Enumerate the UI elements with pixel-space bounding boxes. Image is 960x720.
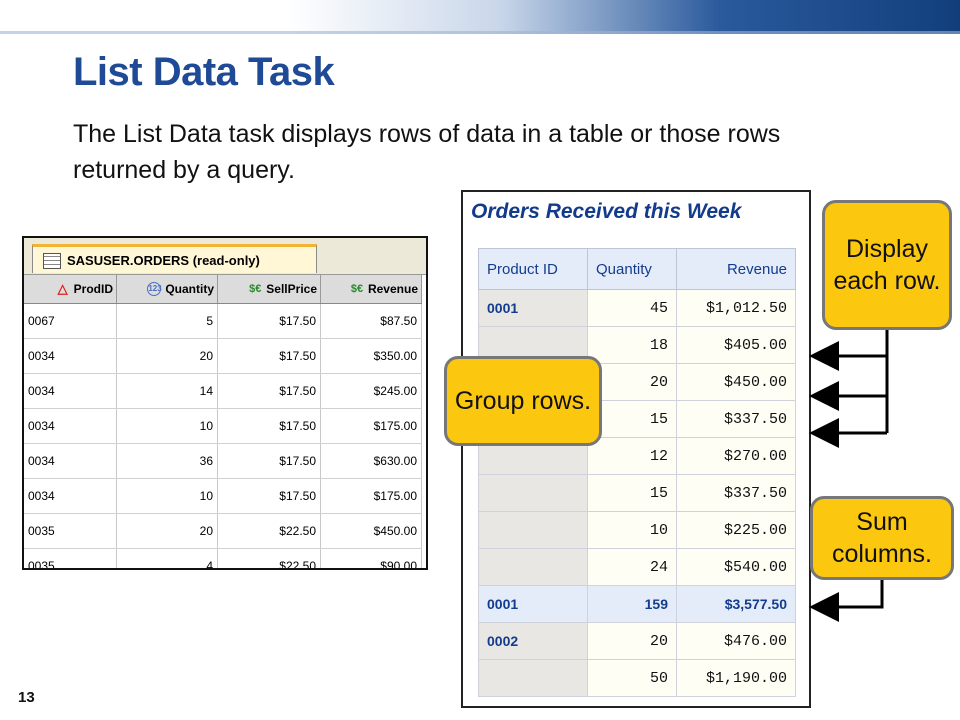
sum-arrow bbox=[809, 578, 884, 622]
callout-group-rows: Group rows. bbox=[444, 356, 602, 446]
page-number: 13 bbox=[18, 689, 35, 706]
callout-display-each-row: Display each row. bbox=[822, 200, 952, 330]
callout-sum-columns: Sum columns. bbox=[810, 496, 954, 580]
